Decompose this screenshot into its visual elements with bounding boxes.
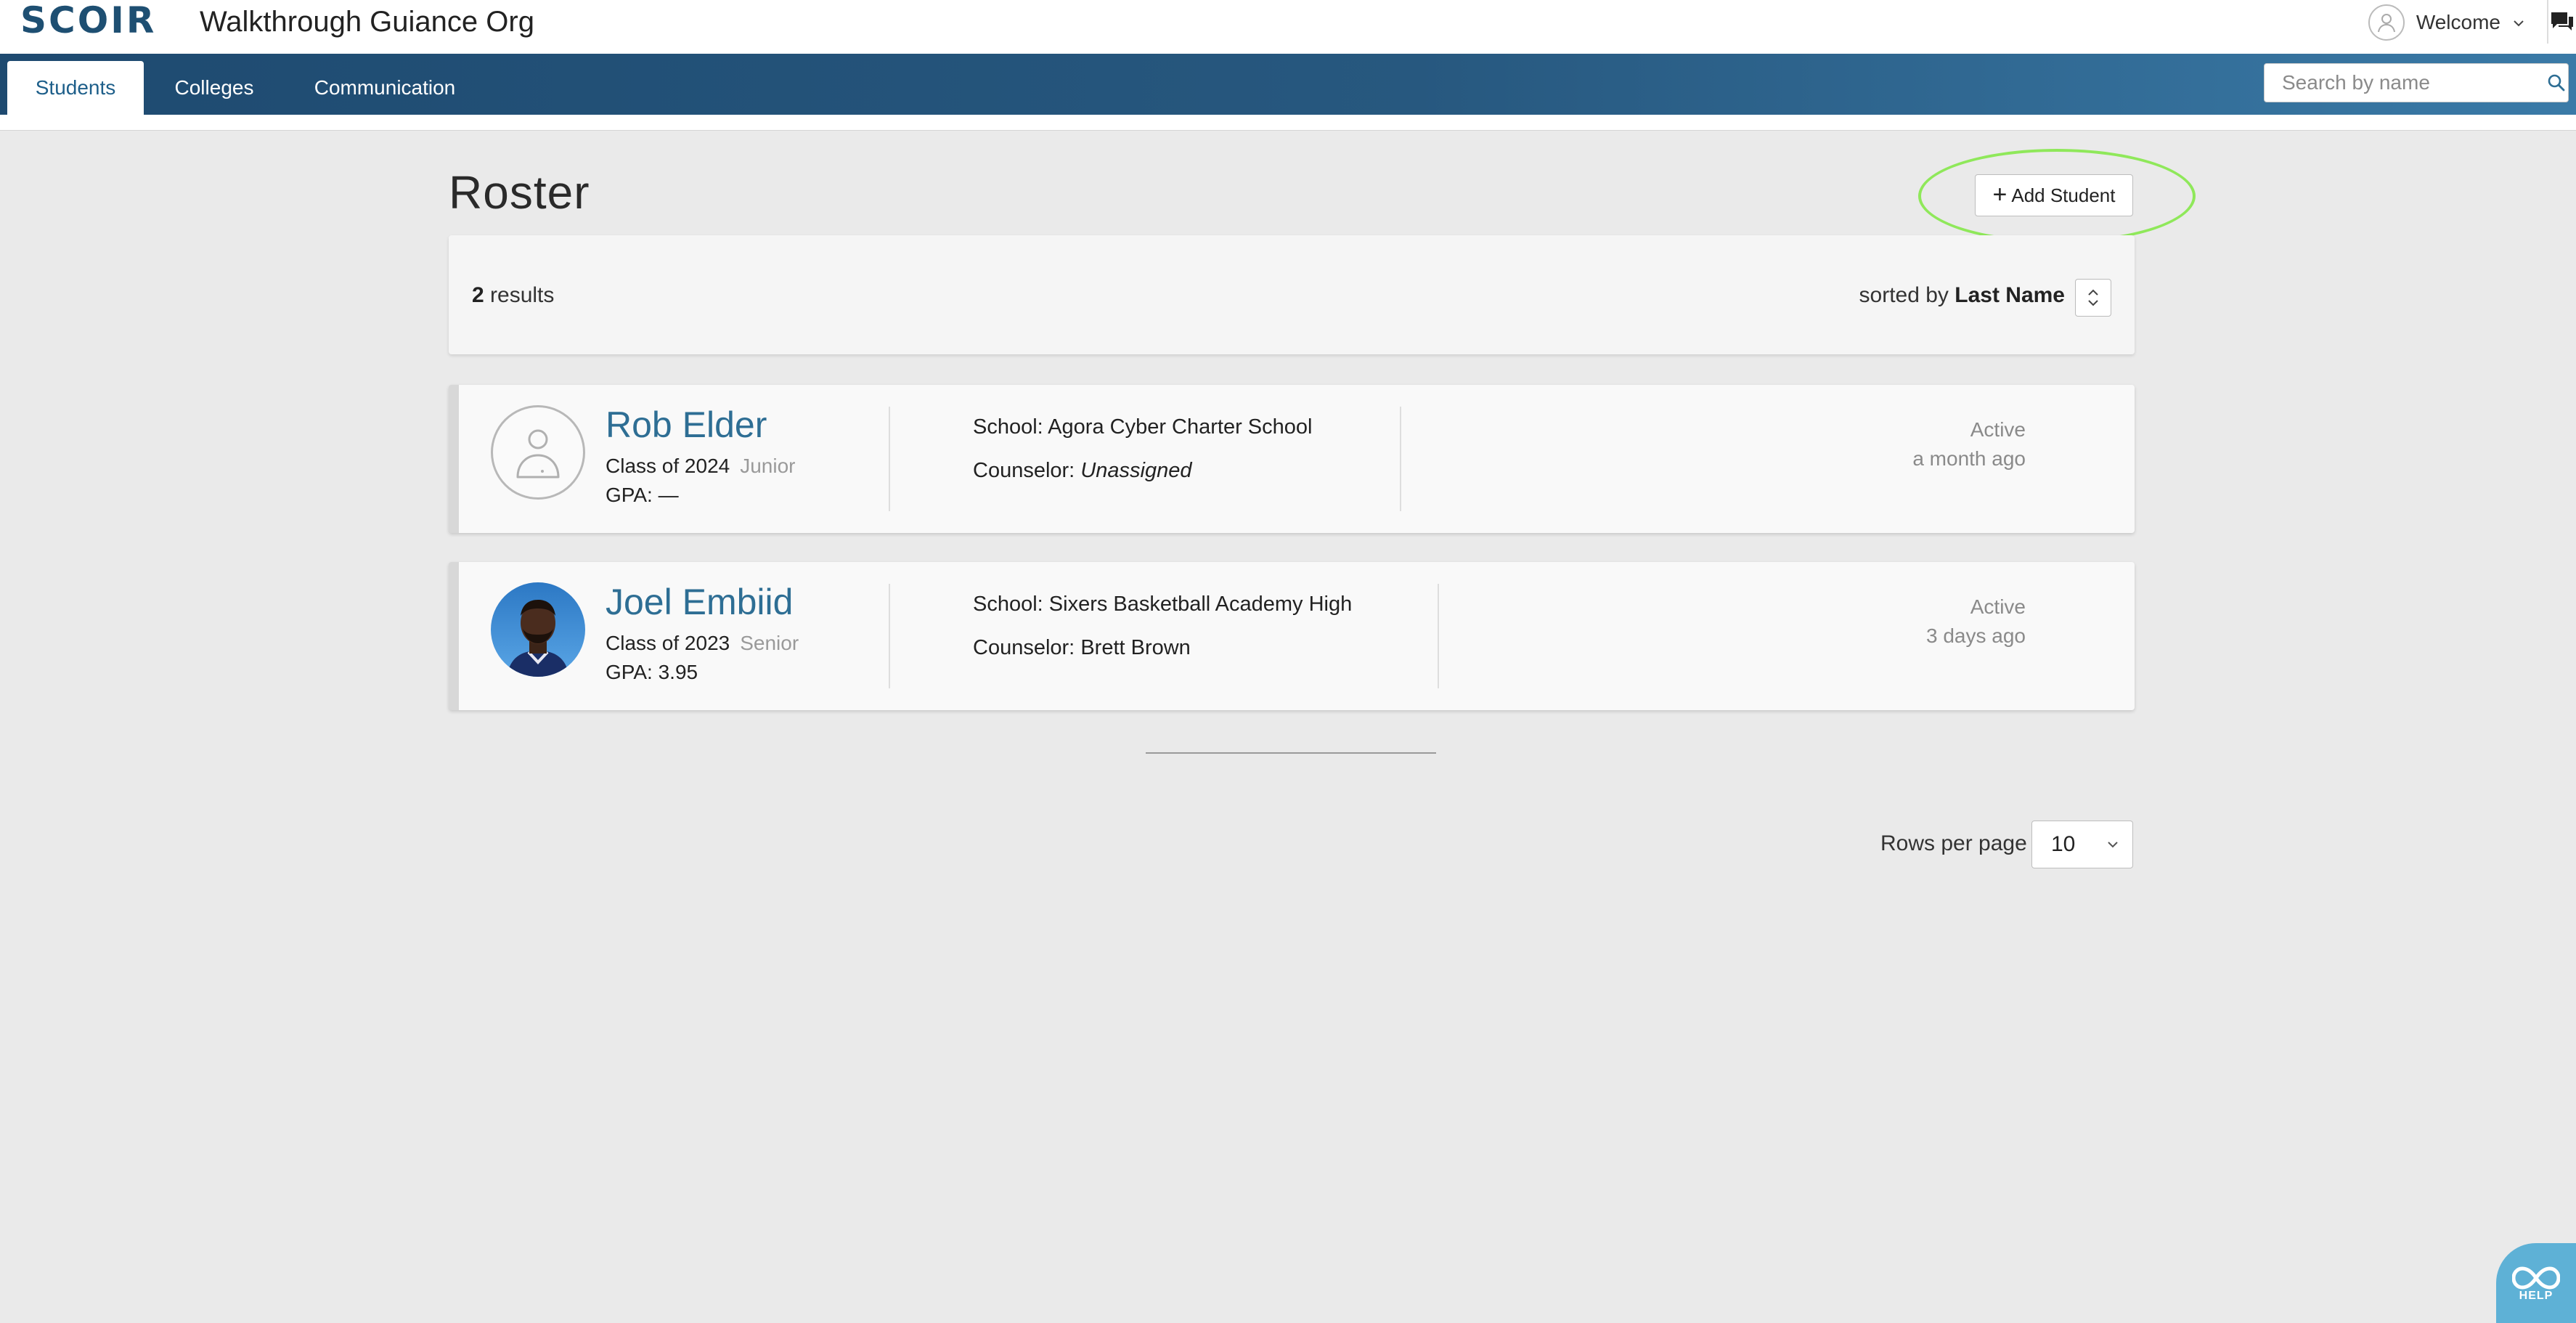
tab-colleges[interactable]: Colleges xyxy=(160,61,269,115)
student-school: School: Sixers Basketball Academy High xyxy=(973,593,1353,616)
tab-students[interactable]: Students xyxy=(7,61,144,115)
plus-icon: + xyxy=(1992,181,2008,208)
class-of: Class of 2024 xyxy=(606,455,730,477)
rows-per-page-select[interactable]: 10 xyxy=(2031,821,2133,868)
class-of: Class of 2023 xyxy=(606,632,730,654)
tab-communication[interactable]: Communication xyxy=(298,61,472,115)
rows-per-page-value: 10 xyxy=(2051,832,2076,856)
student-avatar-placeholder-icon xyxy=(491,405,585,500)
scoir-logo[interactable]: SCOIR xyxy=(20,1,156,39)
results-word: results xyxy=(490,283,555,307)
user-menu[interactable]: Welcome xyxy=(2368,3,2525,42)
org-title: Walkthrough Guiance Org xyxy=(200,6,534,38)
student-card[interactable]: Joel Embiid Class of 2023 Senior GPA: 3.9… xyxy=(449,562,2135,710)
student-card[interactable]: Rob Elder Class of 2024 Junior GPA: — Sch… xyxy=(449,385,2135,533)
rows-per-page-label: Rows per page xyxy=(1880,831,2027,855)
main-nav: Students Colleges Communication xyxy=(0,54,2576,115)
student-name-link[interactable]: Rob Elder xyxy=(606,404,767,446)
list-separator xyxy=(1146,752,1436,754)
divider xyxy=(889,407,890,511)
chevron-down-icon xyxy=(2108,842,2118,848)
student-photo xyxy=(491,582,585,677)
student-name-link[interactable]: Joel Embiid xyxy=(606,581,793,623)
results-count: 2 results xyxy=(472,283,554,308)
grade-level: Senior xyxy=(740,632,799,654)
divider xyxy=(1400,407,1401,511)
divider xyxy=(889,584,890,688)
search-input[interactable] xyxy=(2265,64,2544,102)
student-last-active: a month ago xyxy=(1912,447,2026,470)
sort-indicator: sorted by Last Name xyxy=(1859,283,2065,308)
infinity-icon xyxy=(2512,1266,2560,1290)
welcome-label: Welcome xyxy=(2416,11,2500,33)
student-class: Class of 2024 Junior xyxy=(606,455,795,478)
sort-arrows-icon xyxy=(2088,289,2098,306)
student-counselor: Counselor: Brett Brown xyxy=(973,636,1191,660)
nav-underline xyxy=(0,115,2576,131)
chevron-down-icon xyxy=(2512,13,2525,32)
chat-icon[interactable] xyxy=(2547,0,2576,44)
grade-level: Junior xyxy=(740,455,796,477)
search-box xyxy=(2264,63,2569,102)
help-button[interactable]: HELP xyxy=(2496,1243,2576,1323)
search-icon[interactable] xyxy=(2544,64,2568,102)
student-school: School: Agora Cyber Charter School xyxy=(973,415,1313,439)
student-class: Class of 2023 Senior xyxy=(606,632,799,655)
student-last-active: 3 days ago xyxy=(1926,624,2026,647)
divider xyxy=(1438,584,1439,688)
student-gpa: GPA: — xyxy=(606,484,679,506)
student-status: Active xyxy=(1970,595,2026,618)
counselor-prefix: Counselor: xyxy=(973,636,1075,659)
student-status: Active xyxy=(1970,418,2026,441)
results-number: 2 xyxy=(472,283,484,307)
counselor-name: Brett Brown xyxy=(1080,636,1191,659)
user-avatar-icon xyxy=(2368,4,2405,41)
add-student-label: Add Student xyxy=(2011,184,2116,206)
page-title: Roster xyxy=(449,166,590,219)
counselor-prefix: Counselor: xyxy=(973,459,1075,482)
sorted-by-prefix: sorted by xyxy=(1859,283,1949,307)
results-summary: 2 results sorted by Last Name xyxy=(449,235,2135,354)
top-header: SCOIR Walkthrough Guiance Org Welcome xyxy=(0,0,2576,54)
sort-toggle-button[interactable] xyxy=(2075,279,2111,317)
sorted-by-field: Last Name xyxy=(1955,283,2065,307)
help-label: HELP xyxy=(2519,1290,2553,1302)
counselor-name: Unassigned xyxy=(1080,459,1192,482)
student-counselor: Counselor: Unassigned xyxy=(973,459,1191,483)
add-student-button[interactable]: + Add Student xyxy=(1975,174,2133,216)
student-gpa: GPA: 3.95 xyxy=(606,661,698,683)
